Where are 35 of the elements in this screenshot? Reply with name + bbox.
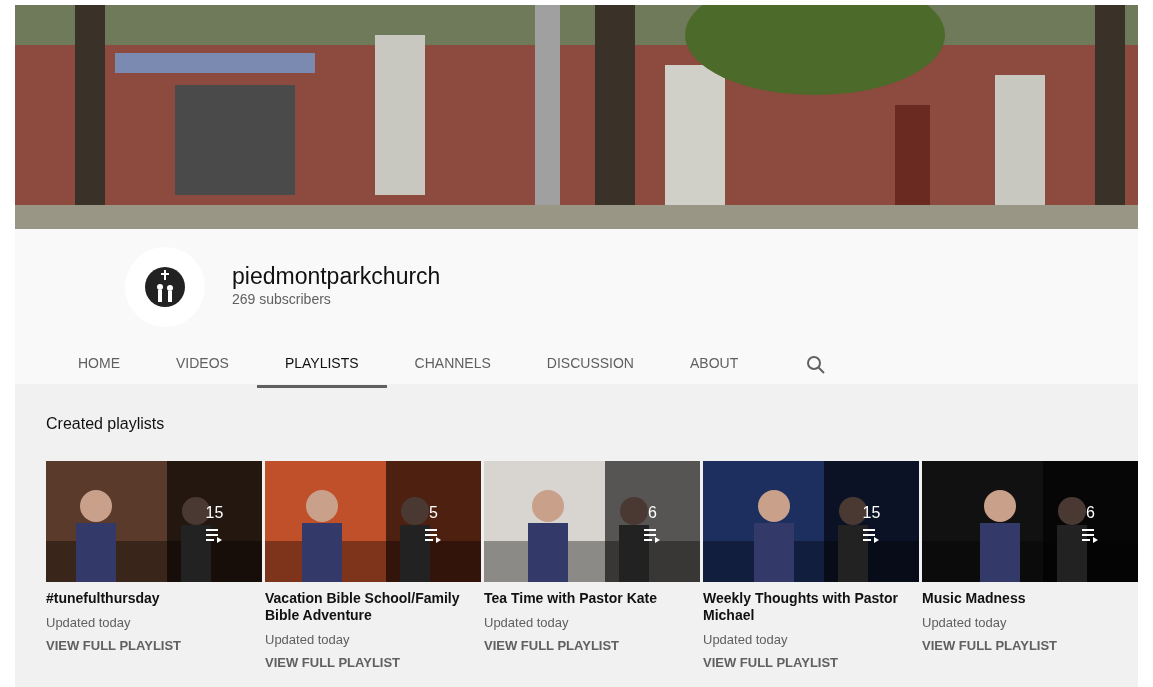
view-playlist-link[interactable]: VIEW FULL PLAYLIST: [922, 636, 1138, 656]
view-playlist-link[interactable]: VIEW FULL PLAYLIST: [265, 653, 481, 673]
video-count: 15: [862, 502, 881, 523]
view-playlist-link[interactable]: VIEW FULL PLAYLIST: [46, 636, 262, 656]
playlist-title[interactable]: Weekly Thoughts with Pastor Michael: [703, 590, 908, 624]
view-playlist-link[interactable]: VIEW FULL PLAYLIST: [484, 636, 700, 656]
playlist-title[interactable]: Tea Time with Pastor Kate: [484, 590, 689, 607]
channel-name: piedmontparkchurch: [232, 263, 441, 290]
nav-tab[interactable]: DISCUSSION: [518, 342, 662, 388]
nav-tab[interactable]: HOME: [50, 342, 148, 388]
playlist-title[interactable]: #tunefulthursday: [46, 590, 251, 607]
updated-label: Updated today: [265, 630, 351, 649]
nav-tab[interactable]: VIDEOS: [148, 342, 257, 388]
subscriber-count: 269 subscribers: [232, 290, 332, 310]
updated-label: Updated today: [484, 613, 570, 632]
logo-icon: [143, 265, 187, 309]
nav-tab[interactable]: ABOUT: [661, 342, 767, 388]
video-count: 6: [648, 502, 657, 523]
search-icon[interactable]: [806, 355, 827, 375]
playlist-icon: [1081, 528, 1100, 543]
nav-tab[interactable]: CHANNELS: [386, 342, 519, 388]
video-count: 5: [429, 502, 438, 523]
playlist-title[interactable]: Music Madness: [922, 590, 1127, 607]
playlist-icon: [862, 528, 881, 543]
playlist-title[interactable]: Vacation Bible School/Family Bible Adventure: [265, 590, 470, 624]
video-count: 6: [1086, 502, 1095, 523]
playlist-icon: [643, 528, 662, 543]
view-playlist-link[interactable]: VIEW FULL PLAYLIST: [703, 653, 919, 673]
updated-label: Updated today: [703, 630, 789, 649]
playlist-icon: [205, 528, 224, 543]
updated-label: Updated today: [46, 613, 132, 632]
video-count: 15: [205, 502, 224, 523]
playlist-icon: [424, 528, 443, 543]
section-title: Created playlists: [46, 414, 166, 434]
updated-label: Updated today: [922, 613, 1008, 632]
